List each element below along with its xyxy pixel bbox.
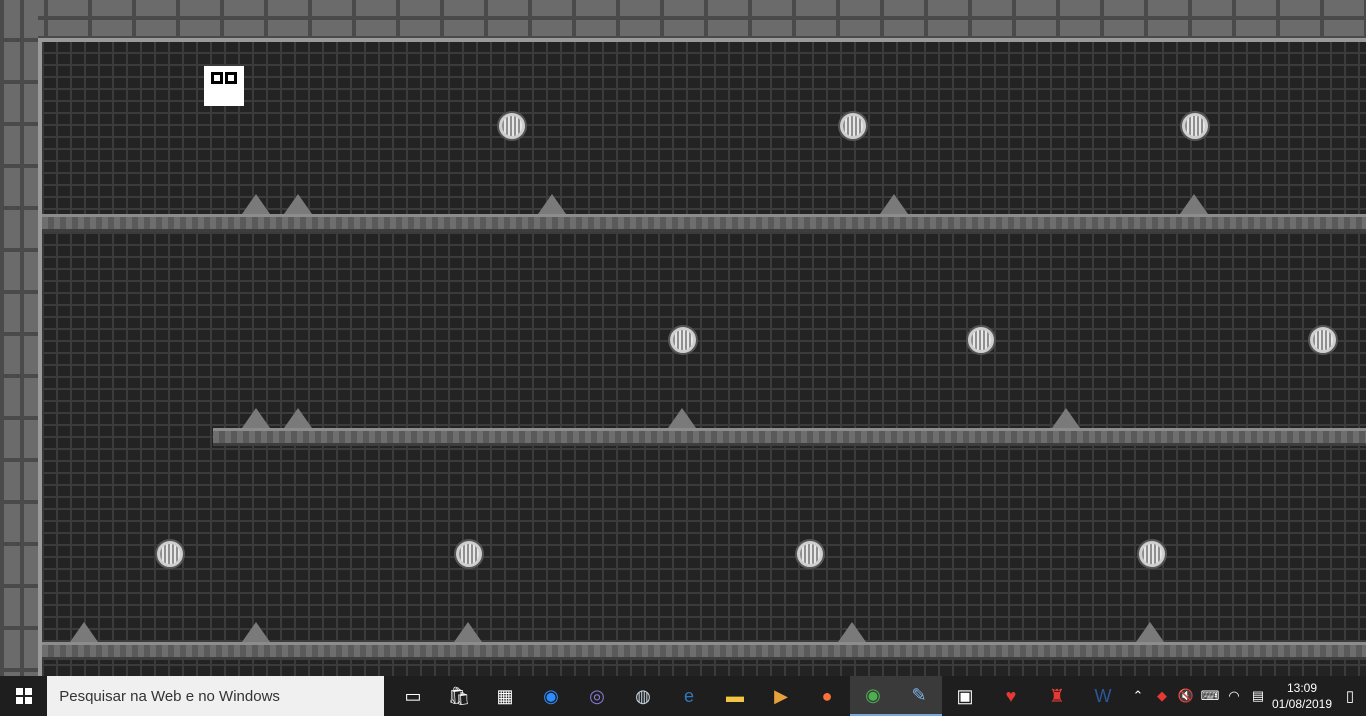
spike: [284, 408, 312, 428]
taskbar-app-firefox[interactable]: ●: [804, 676, 850, 716]
chrome-icon: ◉: [865, 684, 881, 705]
search-box[interactable]: Pesquisar na Web e no Windows: [47, 676, 384, 716]
windows-logo-icon: [15, 688, 32, 704]
taskbar-app-torrent[interactable]: ◎: [574, 676, 620, 716]
platform-bottom: [42, 642, 1366, 660]
notifications-icon[interactable]: ▯: [1334, 687, 1366, 705]
clock-date: 01/08/2019: [1271, 697, 1333, 711]
taskbar-app-game[interactable]: ▣: [942, 676, 988, 716]
popcorn-icon: ♜: [1048, 685, 1066, 706]
spike: [668, 408, 696, 428]
coin: [456, 541, 482, 567]
coin: [797, 541, 823, 567]
media-player-icon: ▶: [774, 685, 788, 706]
player-left-eye: [211, 72, 223, 84]
platform-middle: [213, 428, 1366, 446]
taskbar-app-calculator[interactable]: ▦: [482, 676, 528, 716]
taskbar-app-edge[interactable]: e: [666, 676, 712, 716]
taskbar-app-zoom[interactable]: ◉: [528, 676, 574, 716]
brick-background: [42, 42, 1366, 676]
taskbar-app-word[interactable]: W: [1080, 676, 1126, 716]
volume-muted-icon[interactable]: 🔇: [1174, 688, 1198, 704]
coin: [1310, 327, 1336, 353]
taskbar-app-file-explorer[interactable]: ▬: [712, 676, 758, 716]
spike: [70, 622, 98, 642]
coin: [968, 327, 994, 353]
clock-time: 13:09: [1286, 681, 1318, 695]
antivirus-icon[interactable]: ◆: [1150, 688, 1174, 704]
player-right-eye: [225, 72, 237, 84]
paint-icon: ✎: [911, 684, 927, 705]
chat-icon[interactable]: ▤: [1246, 688, 1270, 704]
taskbar-app-chrome[interactable]: ◉: [850, 676, 896, 716]
coin: [1182, 113, 1208, 139]
chevron-up-icon[interactable]: ⌃: [1126, 688, 1150, 704]
spike: [242, 622, 270, 642]
coin: [1139, 541, 1165, 567]
spike: [838, 622, 866, 642]
spike: [242, 408, 270, 428]
store-icon: 🛍: [447, 685, 471, 706]
taskbar-app-media-player[interactable]: ▶: [758, 676, 804, 716]
heart-icon: ♥: [1005, 685, 1017, 706]
spike: [1052, 408, 1080, 428]
start-button[interactable]: [0, 676, 47, 716]
top-wall: [0, 0, 1366, 38]
taskbar-app-task-view[interactable]: ▭: [390, 676, 436, 716]
spike: [1180, 194, 1208, 214]
zoom-icon: ◉: [543, 685, 559, 706]
taskbar-app-store[interactable]: 🛍: [436, 676, 482, 716]
taskbar: Pesquisar na Web e no Windows ▭ 🛍 ▦ ◉ ◎ ◍ e ▬ ▶ ●…: [0, 676, 1366, 716]
keyboard-icon[interactable]: ⌨: [1198, 688, 1222, 704]
steam-icon: ◍: [635, 685, 651, 706]
task-view-icon: ▭: [404, 685, 422, 706]
spike: [454, 622, 482, 642]
left-wall: [0, 0, 38, 676]
coin: [157, 541, 183, 567]
torrent-icon: ◎: [589, 685, 605, 706]
coin: [670, 327, 696, 353]
player-character[interactable]: [204, 66, 244, 106]
platform-top: [42, 214, 1366, 232]
spike: [284, 194, 312, 214]
clock[interactable]: 13:09 01/08/2019: [1270, 680, 1334, 712]
taskbar-app-paint[interactable]: ✎: [896, 676, 942, 716]
spike: [880, 194, 908, 214]
coin: [840, 113, 866, 139]
coin: [499, 113, 525, 139]
wifi-icon[interactable]: ◠: [1222, 688, 1246, 704]
taskbar-app-popcorn[interactable]: ♜: [1034, 676, 1080, 716]
file-explorer-icon: ▬: [726, 685, 744, 706]
spike: [1136, 622, 1164, 642]
word-icon: W: [1094, 685, 1112, 706]
firefox-icon: ●: [821, 685, 833, 706]
edge-icon: e: [683, 685, 694, 706]
system-tray: ⌃ ◆ 🔇 ⌨ ◠ ▤ 13:09 01/08/2019 ▯: [1126, 676, 1366, 716]
taskbar-app-steam[interactable]: ◍: [620, 676, 666, 716]
search-placeholder: Pesquisar na Web e no Windows: [59, 687, 280, 705]
taskbar-app-heart[interactable]: ♥: [988, 676, 1034, 716]
calculator-icon: ▦: [496, 685, 514, 706]
game-icon: ▣: [956, 685, 974, 706]
game-screen[interactable]: [0, 0, 1366, 676]
spike: [538, 194, 566, 214]
taskbar-apps: ▭ 🛍 ▦ ◉ ◎ ◍ e ▬ ▶ ● ◉ ✎ ▣ ♥ ♜ W: [390, 676, 1126, 716]
spike: [242, 194, 270, 214]
